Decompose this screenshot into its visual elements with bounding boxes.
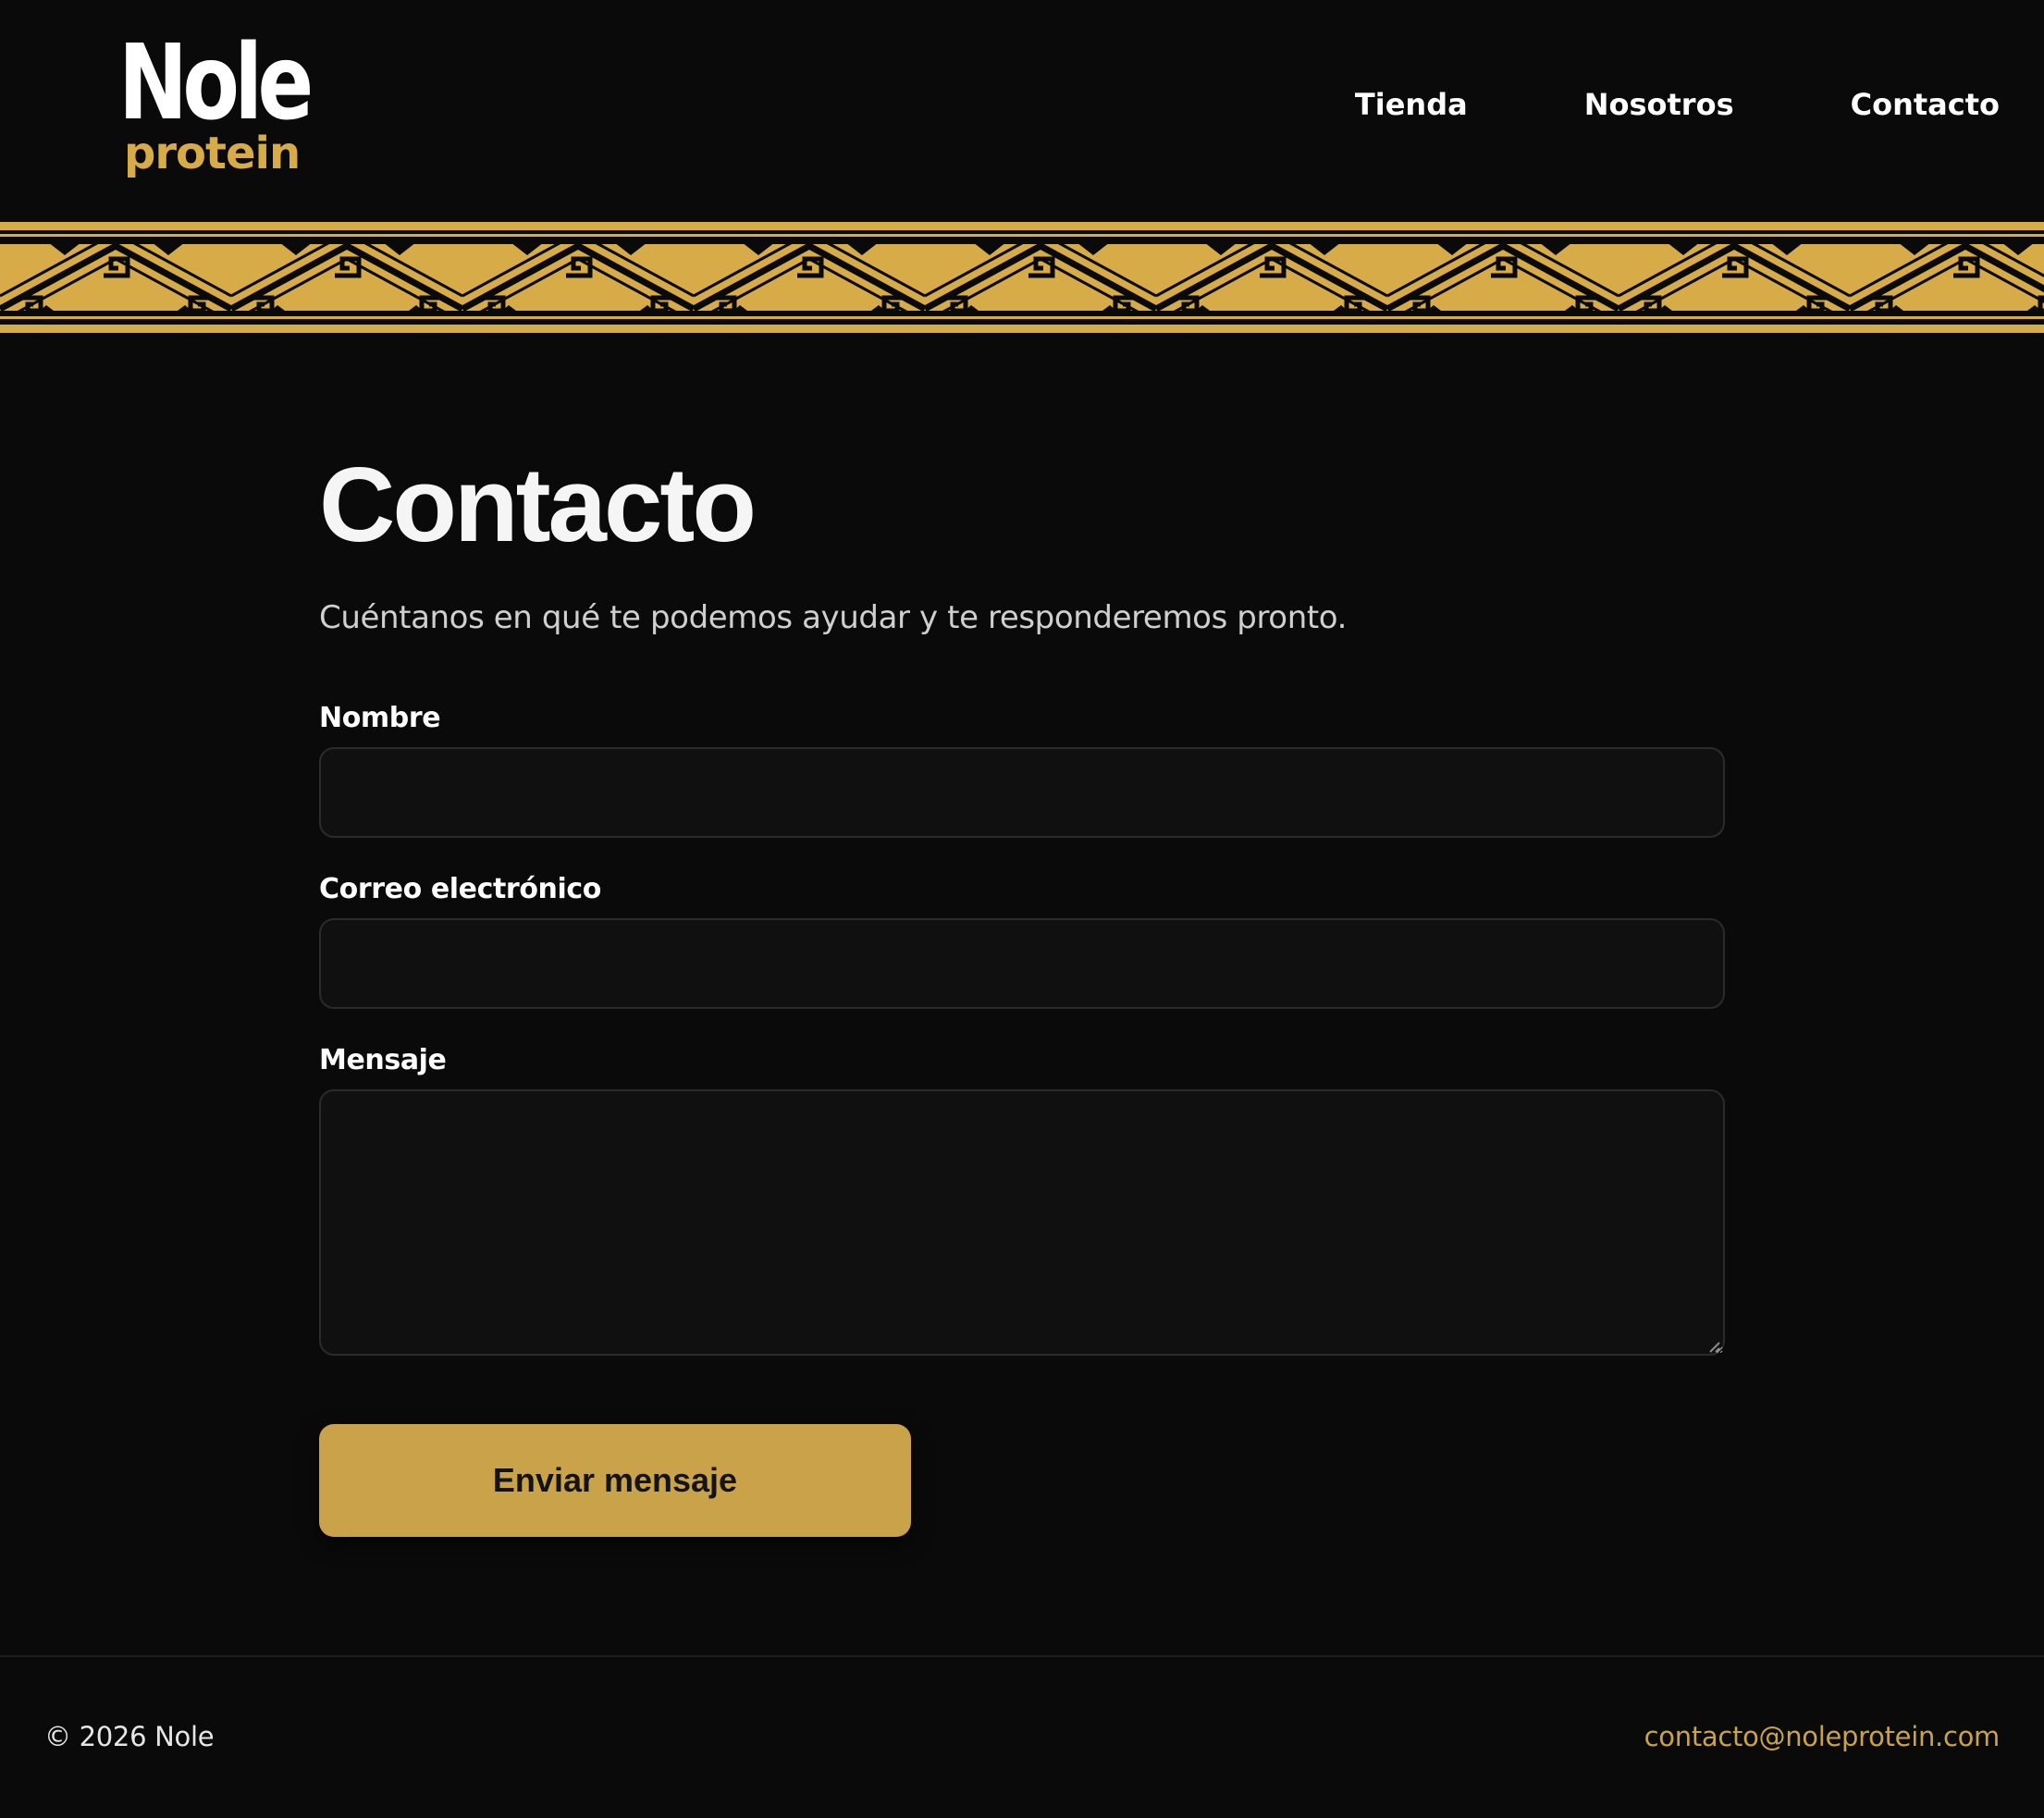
send-message-button[interactable]: Enviar mensaje <box>319 1424 911 1537</box>
decorative-pattern-band <box>0 220 2044 335</box>
nav-link-tienda[interactable]: Tienda <box>1355 88 1468 121</box>
page-title: Contacto <box>319 447 757 564</box>
logo-subtitle: protein <box>124 128 301 179</box>
page-subtitle: Cuéntanos en qué te podemos ayudar y te … <box>319 599 1347 636</box>
message-textarea[interactable] <box>319 1089 1725 1356</box>
logo-wordmark: Nole <box>118 23 314 143</box>
resize-handle-icon[interactable] <box>1706 1339 1721 1354</box>
site-header: Nole protein Tienda Nosotros Contacto <box>0 0 2044 220</box>
footer-copyright: © 2026 Nole <box>44 1721 215 1752</box>
main-nav: Tienda Nosotros Contacto <box>1355 88 2000 121</box>
nav-link-contacto[interactable]: Contacto <box>1851 88 2000 121</box>
email-label: Correo electrónico <box>319 873 601 905</box>
footer-email-link[interactable]: contacto@noleprotein.com <box>1644 1724 2001 1750</box>
email-input[interactable] <box>319 918 1725 1009</box>
brand-logo[interactable]: Nole protein <box>118 31 314 179</box>
message-label: Mensaje <box>319 1044 447 1076</box>
name-input[interactable] <box>319 747 1725 838</box>
nav-link-nosotros[interactable]: Nosotros <box>1584 88 1734 121</box>
name-label: Nombre <box>319 702 441 734</box>
footer-divider <box>0 1655 2044 1657</box>
